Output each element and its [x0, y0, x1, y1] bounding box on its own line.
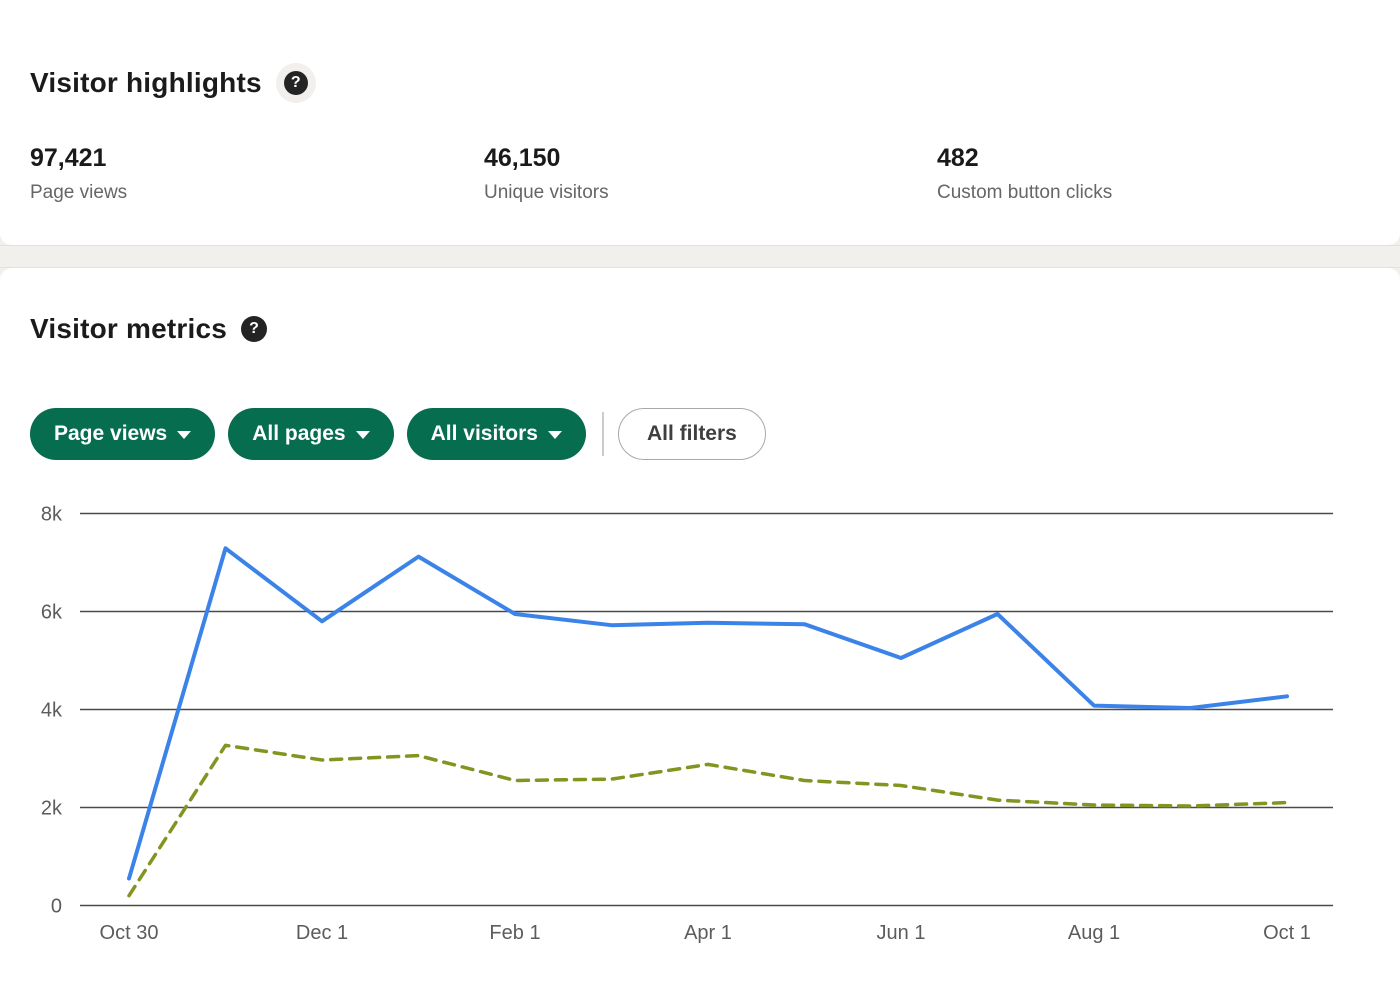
stat-page-views: 97,421 Page views — [30, 144, 127, 204]
dropdown-label: Page views — [54, 422, 167, 446]
stat-custom-button-clicks: 482 Custom button clicks — [937, 144, 1112, 204]
chevron-down-icon — [177, 431, 191, 439]
filter-dropdown-all-pages[interactable]: All pages — [228, 408, 393, 460]
y-tick-label: 6k — [41, 602, 63, 624]
olive-dashed-line — [129, 745, 1287, 895]
all-filters-button[interactable]: All filters — [618, 408, 766, 460]
chevron-down-icon — [548, 431, 562, 439]
x-tick-label: Oct 30 — [100, 922, 159, 944]
x-tick-label: Aug 1 — [1068, 922, 1120, 944]
y-tick-label: 2k — [41, 798, 63, 820]
help-icon[interactable]: ? — [241, 316, 267, 342]
x-tick-label: Apr 1 — [684, 922, 732, 944]
help-icon: ? — [284, 71, 308, 95]
visitor-metrics-title: Visitor metrics — [30, 313, 227, 345]
stat-value: 46,150 — [484, 144, 609, 173]
dropdown-label: All pages — [252, 422, 345, 446]
stat-value: 97,421 — [30, 144, 127, 173]
section-divider — [0, 245, 1400, 268]
visitor-highlights-title: Visitor highlights — [30, 67, 262, 99]
x-tick-label: Oct 1 — [1263, 922, 1311, 944]
all-filters-label: All filters — [647, 422, 737, 446]
visitor-highlights-card: Visitor highlights ? 97,421 Page views 4… — [0, 0, 1400, 245]
x-tick-label: Jun 1 — [877, 922, 926, 944]
stat-label: Page views — [30, 182, 127, 204]
stat-unique-visitors: 46,150 Unique visitors — [484, 144, 609, 204]
chevron-down-icon — [356, 431, 370, 439]
metric-dropdown-page-views[interactable]: Page views — [30, 408, 215, 460]
x-tick-label: Dec 1 — [296, 922, 348, 944]
stat-label: Custom button clicks — [937, 182, 1112, 204]
stat-label: Unique visitors — [484, 182, 609, 204]
x-tick-label: Feb 1 — [489, 922, 540, 944]
visitor-metrics-chart[interactable]: 0 2k 4k 6k 8k Oct 30 Dec 1 Feb 1 Apr 1 Jun 1 Aug 1… — [0, 485, 1400, 960]
blue-solid-line — [129, 548, 1287, 878]
y-tick-label: 0 — [51, 896, 62, 918]
y-tick-label: 8k — [41, 504, 63, 526]
stat-value: 482 — [937, 144, 1112, 173]
y-tick-label: 4k — [41, 700, 63, 722]
help-button[interactable]: ? — [276, 63, 316, 103]
filter-row: Page views All pages All visitors All fi… — [30, 408, 766, 460]
filter-dropdown-all-visitors[interactable]: All visitors — [407, 408, 586, 460]
dropdown-label: All visitors — [431, 422, 538, 446]
filter-divider — [602, 412, 604, 456]
